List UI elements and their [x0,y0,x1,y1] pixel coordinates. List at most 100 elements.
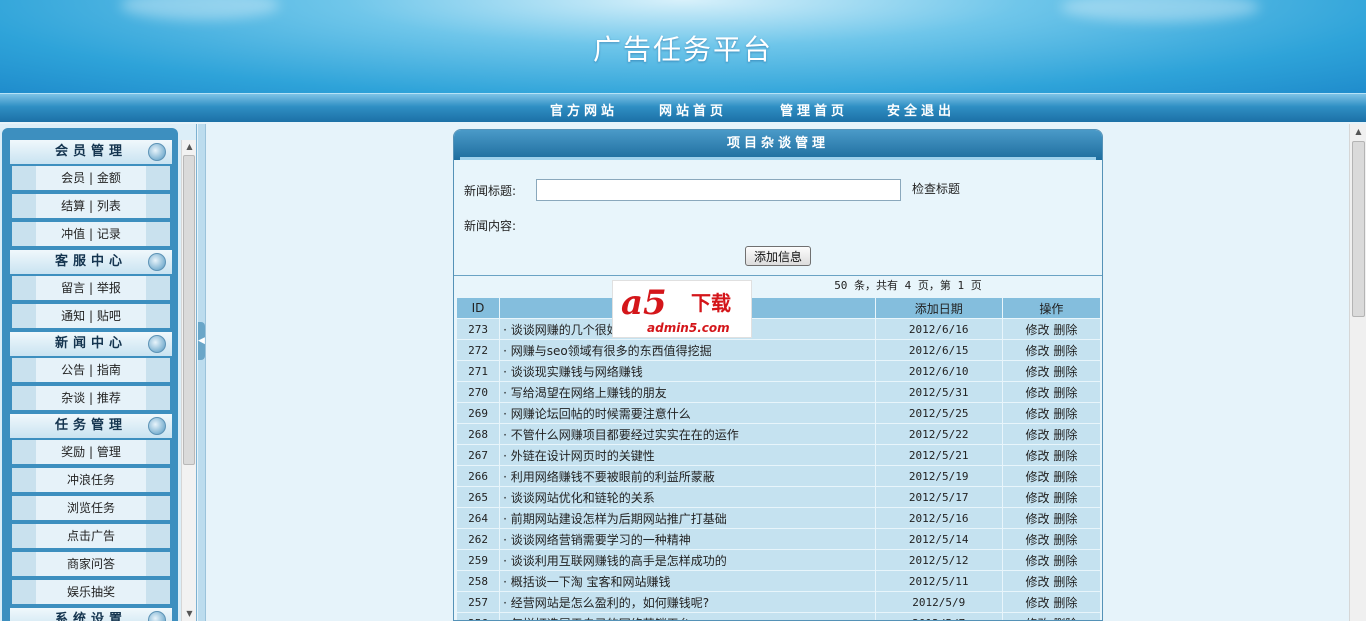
sidebar-item-surf-tasks[interactable]: 冲浪任务 [12,468,170,492]
row-date: 2012/5/11 [875,571,1002,591]
table-row: 256· 怎样打造属于自己的网络营销平台2012/5/7修改 删除 [457,613,1100,621]
row-title-cell: · 概括谈一下淘 宝客和网站赚钱 [500,571,875,591]
row-title-link[interactable]: · 概括谈一下淘 宝客和网站赚钱 [503,575,670,589]
row-actions: 修改 删除 [1002,529,1100,549]
page-header: 广告任务平台 [0,0,1366,93]
sidebar-item-notice-forum[interactable]: 通知 | 贴吧 [12,304,170,328]
sidebar-item-lottery[interactable]: 娱乐抽奖 [12,580,170,604]
row-title-cell: · 不管什么网赚项目都要经过实实在在的运作 [500,424,875,444]
sidebar-item-merchant-qa[interactable]: 商家问答 [12,552,170,576]
row-title-link[interactable]: · 怎样打造属于自己的网络营销平台 [503,617,691,621]
row-title-link[interactable]: · 不管什么网赚项目都要经过实实在在的运作 [503,428,739,442]
sidebar-section-news[interactable]: 新闻中心 [10,332,172,356]
row-date: 2012/6/10 [875,361,1002,381]
delete-link[interactable]: 删除 [1053,470,1077,484]
delete-link[interactable]: 删除 [1053,449,1077,463]
delete-link[interactable]: 删除 [1053,491,1077,505]
row-actions: 修改 删除 [1002,319,1100,339]
nav-admin-home[interactable]: 管理首页 [780,100,848,119]
delete-link[interactable]: 删除 [1053,554,1077,568]
edit-link[interactable]: 修改 [1025,365,1049,379]
delete-link[interactable]: 删除 [1053,512,1077,526]
delete-link[interactable]: 删除 [1053,428,1077,442]
edit-link[interactable]: 修改 [1025,512,1049,526]
sidebar-section-system[interactable]: 系统设置 [10,608,172,621]
sidebar-item-recharge-record[interactable]: 冲值 | 记录 [12,222,170,246]
sidebar-item-click-ads[interactable]: 点击广告 [12,524,170,548]
sidebar-section-tasks[interactable]: 任务管理 [10,414,172,438]
sidebar-item-reward-manage[interactable]: 奖励 | 管理 [12,440,170,464]
edit-link[interactable]: 修改 [1025,491,1049,505]
row-title-link[interactable]: · 经营网站是怎么盈利的，如何赚钱呢? [503,596,709,610]
sidebar-item-browse-tasks[interactable]: 浏览任务 [12,496,170,520]
sidebar-section-service[interactable]: 客服中心 [10,250,172,274]
delete-link[interactable]: 删除 [1053,596,1077,610]
delete-link[interactable]: 删除 [1053,386,1077,400]
check-title-link[interactable]: 检查标题 [912,180,960,197]
row-actions: 修改 删除 [1002,571,1100,591]
table-row: 258 · 概括谈一下淘 宝客和网站赚钱 2012/5/11 修改 删除 [457,571,1100,591]
row-title-link[interactable]: · 前期网站建设怎样为后期网站推广打基础 [503,512,727,526]
sidebar-item-settlement-list[interactable]: 结算 | 列表 [12,194,170,218]
edit-link[interactable]: 修改 [1025,428,1049,442]
nav-official-site[interactable]: 官方网站 [550,100,618,119]
sidebar-item-talk-recommend[interactable]: 杂谈 | 推荐 [12,386,170,410]
edit-link[interactable]: 修改 [1025,575,1049,589]
delete-link[interactable]: 删除 [1053,533,1077,547]
row-title-link[interactable]: · 谈谈利用互联网赚钱的高手是怎样成功的 [503,554,727,568]
news-title-input[interactable] [536,179,901,201]
row-date: 2012/5/12 [875,550,1002,570]
nav-site-home[interactable]: 网站首页 [659,100,727,119]
delete-link[interactable]: 删除 [1053,365,1077,379]
scroll-down-arrow-icon[interactable]: ▼ [182,607,197,621]
edit-link[interactable]: 修改 [1025,554,1049,568]
delete-link[interactable]: 删除 [1053,407,1077,421]
row-title-link[interactable]: · 外链在设计网页时的关键性 [503,449,655,463]
row-title-cell: · 谈谈网络营销需要学习的一种精神 [500,529,875,549]
row-title-link[interactable]: · 网赚与seo领域有很多的东西值得挖掘 [503,344,712,358]
row-title-link[interactable]: · 谈谈网站优化和链轮的关系 [503,491,655,505]
row-title-link[interactable]: · 谈谈现实赚钱与网络赚钱 [503,365,643,379]
delete-link[interactable]: 删除 [1053,617,1077,621]
row-title-cell: · 经营网站是怎么盈利的，如何赚钱呢? [500,592,875,612]
row-actions: 修改 删除 [1002,592,1100,612]
sidebar-scrollbar[interactable]: ▲ ▼ [181,140,196,621]
delete-link[interactable]: 删除 [1053,344,1077,358]
scroll-up-arrow-icon[interactable]: ▲ [182,140,197,154]
edit-link[interactable]: 修改 [1025,596,1049,610]
sidebar-item-member-amount[interactable]: 会员 | 金额 [12,166,170,190]
row-title-link[interactable]: · 谈谈网络营销需要学习的一种精神 [503,533,691,547]
edit-link[interactable]: 修改 [1025,407,1049,421]
edit-link[interactable]: 修改 [1025,323,1049,337]
edit-link[interactable]: 修改 [1025,617,1049,621]
scrollbar-thumb[interactable] [1352,141,1365,317]
row-actions: 修改 删除 [1002,550,1100,570]
main-scrollbar[interactable]: ▲ [1349,124,1366,621]
table-row: 265 · 谈谈网站优化和链轮的关系 2012/5/17 修改 删除 [457,487,1100,507]
delete-link[interactable]: 删除 [1053,323,1077,337]
row-title-link[interactable]: · 写给渴望在网络上赚钱的朋友 [503,386,667,400]
add-info-button[interactable]: 添加信息 [745,246,811,266]
edit-link[interactable]: 修改 [1025,344,1049,358]
sidebar-section-member[interactable]: 会员管理 [10,140,172,164]
edit-link[interactable]: 修改 [1025,449,1049,463]
delete-link[interactable]: 删除 [1053,575,1077,589]
sidebar-item-label: 商家问答 [66,557,115,571]
edit-link[interactable]: 修改 [1025,533,1049,547]
edit-link[interactable]: 修改 [1025,386,1049,400]
row-date: 2012/5/31 [875,382,1002,402]
nav-logout[interactable]: 安全退出 [887,100,955,119]
sidebar-collapse-handle[interactable]: ◀ [198,124,206,621]
scrollbar-thumb[interactable] [183,155,195,465]
sidebar-item-label: 结算 | 列表 [61,199,121,213]
sidebar-item-label: 奖励 | 管理 [61,445,121,459]
row-title-link[interactable]: · 网赚论坛回帖的时候需要注意什么 [503,407,691,421]
edit-link[interactable]: 修改 [1025,470,1049,484]
row-date: 2012/5/14 [875,529,1002,549]
row-title-link[interactable]: · 利用网络赚钱不要被眼前的利益所蒙蔽 [503,470,715,484]
sidebar-item-announce-guide[interactable]: 公告 | 指南 [12,358,170,382]
scroll-up-arrow-icon[interactable]: ▲ [1350,124,1366,140]
sidebar-item-message-report[interactable]: 留言 | 举报 [12,276,170,300]
pager-info: 50 条，共有 4 页，第 1 页 [454,275,1102,295]
collapse-arrow-icon[interactable]: ◀ [198,322,205,360]
